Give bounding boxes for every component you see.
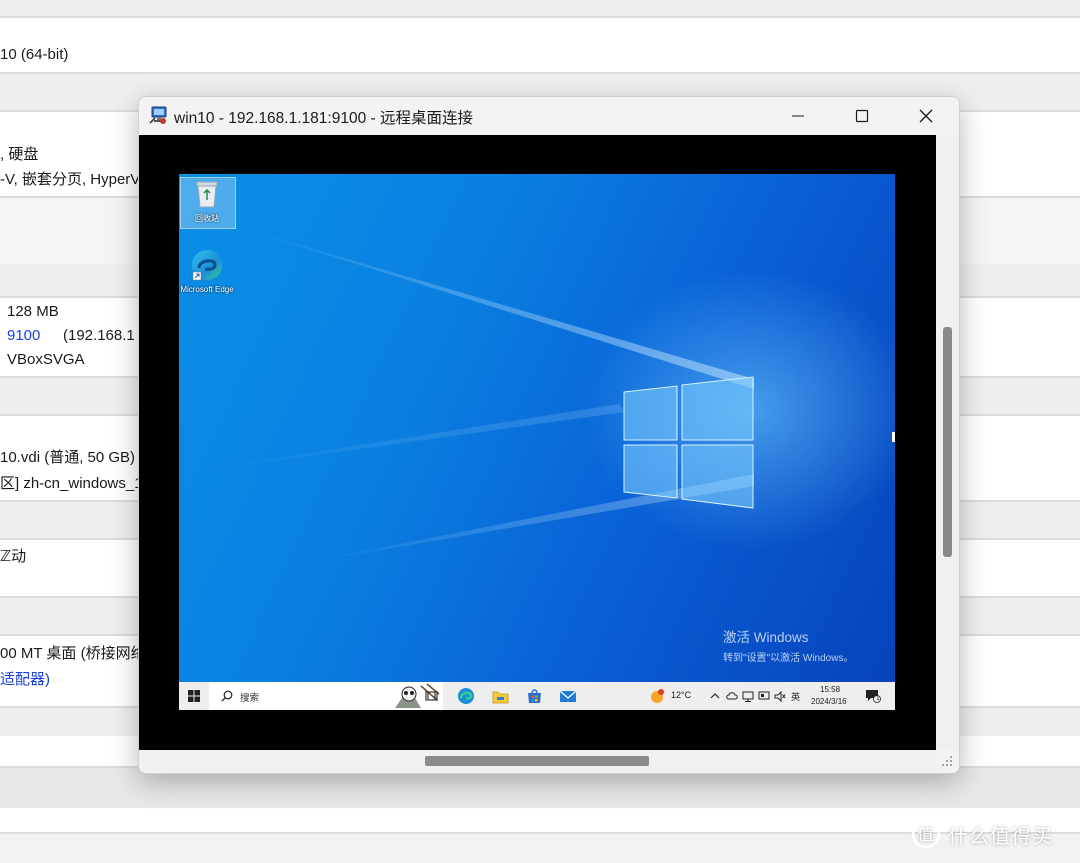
window-titlebar[interactable]: win10 - 192.168.1.181:9100 - 远程桌面连接: [139, 97, 959, 135]
search-icon: [221, 690, 233, 702]
weather-sun-icon: [651, 689, 664, 703]
network-tray[interactable]: [740, 682, 756, 710]
remote-address-text: (192.168.1: [63, 327, 135, 344]
edge-icon: [192, 250, 222, 281]
search-placeholder: 搜索: [240, 693, 260, 704]
file-explorer-icon: [492, 691, 508, 703]
ime-indicator[interactable]: 英: [791, 690, 800, 703]
optical-drive-text: 区] zh-cn_windows_1: [0, 475, 143, 492]
taskbar-store-button[interactable]: [521, 682, 547, 710]
taskbar-explorer-button[interactable]: [487, 682, 513, 710]
remote-desktop-screen[interactable]: 回收站 Microsoft Edge 激活 Windows 转到"设置"以激活 …: [179, 174, 895, 710]
weather-temperature[interactable]: 12°C: [671, 690, 691, 700]
vertical-scrollbar-thumb[interactable]: [943, 327, 952, 557]
start-button[interactable]: [179, 682, 209, 710]
svg-text:值: 值: [917, 825, 934, 844]
window-title: win10 - 192.168.1.181:9100 - 远程桌面连接: [174, 110, 473, 127]
vertical-scrollbar[interactable]: [936, 135, 958, 750]
monitor-icon: [758, 691, 770, 699]
boot-order-text: , 硬盘: [0, 146, 39, 163]
taskbar: 搜索 12°C 英 15:58 2024/3/16 1: [179, 682, 895, 710]
remote-port-link[interactable]: 9100: [7, 327, 40, 344]
taskbar-search-box[interactable]: 搜索: [209, 682, 443, 710]
network-adapter-link[interactable]: 适配器): [0, 668, 50, 689]
store-icon: [527, 689, 541, 703]
taskbar-edge-button[interactable]: [453, 682, 479, 710]
video-memory-text: 128 MB: [7, 303, 59, 320]
mail-icon: [559, 690, 577, 702]
smzdm-logo-icon: 值: [911, 819, 941, 849]
watermark-text: 什么值得买: [948, 823, 1053, 848]
cloud-icon: [726, 692, 738, 700]
taskbar-mail-button[interactable]: [555, 682, 581, 710]
tray-overflow-button[interactable]: [707, 682, 723, 710]
remote-desktop-icon: [149, 106, 167, 124]
minimize-button[interactable]: [766, 97, 830, 135]
close-button[interactable]: [894, 97, 958, 135]
windows-start-icon: [188, 690, 200, 702]
graphics-controller-text: VBoxSVGA: [7, 351, 85, 368]
recycle-bin-label: 回收站: [195, 214, 219, 223]
speaker-muted-icon: [774, 690, 786, 702]
onedrive-tray[interactable]: [724, 682, 740, 710]
disk-image-text: 10.vdi (普通, 50 GB): [0, 449, 136, 466]
audio-driver-text: ℤ动: [0, 548, 27, 565]
network-icon: [742, 691, 754, 702]
remote-desktop-window: win10 - 192.168.1.181:9100 - 远程桌面连接 回收站 …: [138, 96, 960, 774]
resize-grip-icon[interactable]: [940, 754, 954, 768]
activate-title: 激活 Windows: [723, 630, 809, 645]
os-type-text: 10 (64-bit): [0, 46, 69, 63]
edge-icon: [458, 688, 474, 704]
desktop-icon-edge[interactable]: Microsoft Edge: [180, 248, 234, 295]
network-adapter-text: 00 MT 桌面 (桥接网络: [0, 645, 146, 662]
edge-label: Microsoft Edge: [180, 285, 234, 294]
display-tray[interactable]: [756, 682, 772, 710]
weather-widget[interactable]: [647, 682, 667, 710]
desktop-icon-recycle-bin[interactable]: 回收站: [180, 179, 234, 224]
chevron-up-icon: [710, 693, 720, 699]
notification-count: 1: [876, 695, 880, 702]
remote-viewport[interactable]: 回收站 Microsoft Edge 激活 Windows 转到"设置"以激活 …: [139, 135, 936, 750]
tray-time[interactable]: 15:58: [820, 685, 840, 694]
activate-windows-notice: 激活 Windows 转到"设置"以激活 Windows。: [723, 626, 853, 664]
horizontal-scrollbar[interactable]: [139, 750, 936, 772]
close-icon: [919, 109, 933, 123]
task-view-icon: [424, 691, 438, 701]
minimize-icon: [792, 115, 804, 117]
tray-date[interactable]: 2024/3/16: [811, 697, 847, 706]
task-view-button[interactable]: [419, 682, 443, 710]
site-watermark: 值 什么值得买: [910, 818, 1053, 850]
notification-center-button[interactable]: 1: [862, 682, 884, 710]
maximize-button[interactable]: [830, 97, 894, 135]
section-band: [0, 0, 1080, 18]
volume-tray[interactable]: [772, 682, 788, 710]
recycle-bin-icon: [196, 181, 218, 208]
acceleration-text: -V, 嵌套分页, HyperV: [0, 171, 141, 188]
maximize-icon: [855, 109, 869, 123]
horizontal-scrollbar-thumb[interactable]: [425, 756, 649, 766]
activate-subtitle: 转到"设置"以激活 Windows。: [723, 653, 854, 664]
mouse-cursor: [892, 432, 895, 442]
